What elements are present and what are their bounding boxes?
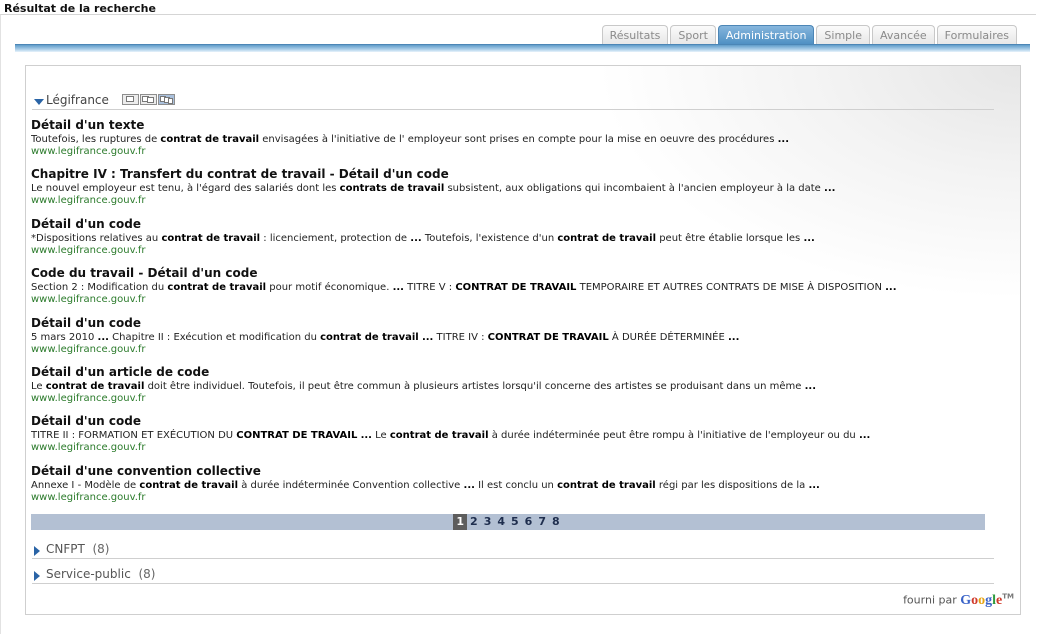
result-title-link[interactable]: Détail d'un article de code (31, 365, 1006, 380)
tab-bar (15, 44, 1030, 52)
result-snippet: Le contrat de travail doit être individu… (31, 380, 816, 392)
result-title-link[interactable]: Détail d'un code (31, 414, 1006, 429)
page-8[interactable]: 8 (549, 514, 563, 530)
result-item: Détail d'un article de code Le contrat de… (31, 365, 1006, 414)
google-logo: GoogleTM (960, 592, 1014, 608)
view-double-icon[interactable] (140, 94, 157, 105)
result-title-link[interactable]: Détail d'un texte (31, 118, 1006, 133)
section-label[interactable]: Service-public (8) (46, 567, 155, 581)
result-snippet: Le nouvel employeur est tenu, à l'égard … (31, 183, 836, 195)
tab-simple[interactable]: Simple (816, 25, 870, 45)
result-url[interactable]: www.legifrance.gouv.fr (31, 146, 1006, 157)
section-cnfpt[interactable]: CNFPT (8) (32, 542, 994, 559)
result-snippet: Toutefois, les ruptures de contrat de tr… (31, 134, 790, 145)
result-item: Détail d'un code *Dispositions relatives … (31, 217, 1006, 266)
result-snippet: TITRE II : FORMATION ET EXÉCUTION DU CON… (31, 430, 871, 442)
result-title-link[interactable]: Chapitre IV : Transfert du contrat de tr… (31, 167, 1006, 182)
tab-formulaires[interactable]: Formulaires (936, 25, 1017, 45)
tab-sport[interactable]: Sport (670, 25, 716, 45)
result-snippet: 5 mars 2010 ... Chapitre II : Exécution … (31, 331, 740, 343)
tab-rsultats[interactable]: Résultats (601, 25, 669, 45)
pagination: 12345678 (31, 514, 985, 530)
result-url[interactable]: www.legifrance.gouv.fr (31, 195, 1006, 206)
page-3[interactable]: 3 (481, 514, 495, 530)
tab-avance[interactable]: Avancée (871, 25, 935, 45)
page-7[interactable]: 7 (535, 514, 549, 530)
section-header-legifrance[interactable]: Légifrance (32, 93, 994, 110)
powered-by: fourni par GoogleTM (903, 592, 1014, 608)
result-title-link[interactable]: Détail d'un code (31, 217, 1006, 232)
result-item: Détail d'un code 5 mars 2010 ... Chapitre… (31, 316, 1006, 365)
result-title-link[interactable]: Code du travail - Détail d'un code (31, 266, 1006, 281)
result-url[interactable]: www.legifrance.gouv.fr (31, 245, 1006, 256)
result-title-link[interactable]: Détail d'une convention collective (31, 464, 1006, 479)
result-item: Détail d'un code TITRE II : FORMATION ET … (31, 414, 1006, 463)
section-label[interactable]: CNFPT (8) (46, 542, 109, 556)
collapsed-triangle-icon[interactable] (34, 546, 40, 556)
result-item: Code du travail - Détail d'un code Sectio… (31, 266, 1006, 315)
result-snippet: *Dispositions relatives au contrat de tr… (31, 232, 815, 244)
results-list: Détail d'un texte Toutefois, les ruptures… (31, 118, 1006, 513)
result-item: Chapitre IV : Transfert du contrat de tr… (31, 167, 1006, 216)
result-url[interactable]: www.legifrance.gouv.fr (31, 393, 1006, 404)
results-panel: Légifrance Détail d'un texte Toutefois, l… (25, 65, 1021, 615)
result-url[interactable]: www.legifrance.gouv.fr (31, 294, 1006, 305)
result-snippet: Section 2 : Modification du contrat de t… (31, 282, 897, 294)
result-url[interactable]: www.legifrance.gouv.fr (31, 492, 1006, 503)
view-mode-icons (122, 94, 175, 105)
search-tabs: Résultats Sport Administration Simple Avancé… (601, 25, 1017, 45)
page-2[interactable]: 2 (467, 514, 481, 530)
tab-administration[interactable]: Administration (717, 25, 815, 45)
result-title-link[interactable]: Détail d'un code (31, 316, 1006, 331)
result-url[interactable]: www.legifrance.gouv.fr (31, 442, 1006, 453)
result-snippet: Annexe I - Modèle de contrat de travail … (31, 479, 820, 491)
result-url[interactable]: www.legifrance.gouv.fr (31, 344, 1006, 355)
section-service-public[interactable]: Service-public (8) (32, 567, 994, 584)
page-4[interactable]: 4 (494, 514, 508, 530)
result-item: Détail d'un texte Toutefois, les ruptures… (31, 118, 1006, 167)
page-6[interactable]: 6 (522, 514, 536, 530)
result-item: Détail d'une convention collective Annexe… (31, 464, 1006, 513)
expanded-triangle-icon[interactable] (34, 99, 44, 105)
page-1[interactable]: 1 (453, 514, 468, 530)
page-5[interactable]: 5 (508, 514, 522, 530)
view-multi-icon[interactable] (158, 94, 175, 105)
view-single-icon[interactable] (122, 94, 139, 105)
section-name[interactable]: Légifrance (46, 93, 109, 107)
collapsed-triangle-icon[interactable] (34, 571, 40, 581)
